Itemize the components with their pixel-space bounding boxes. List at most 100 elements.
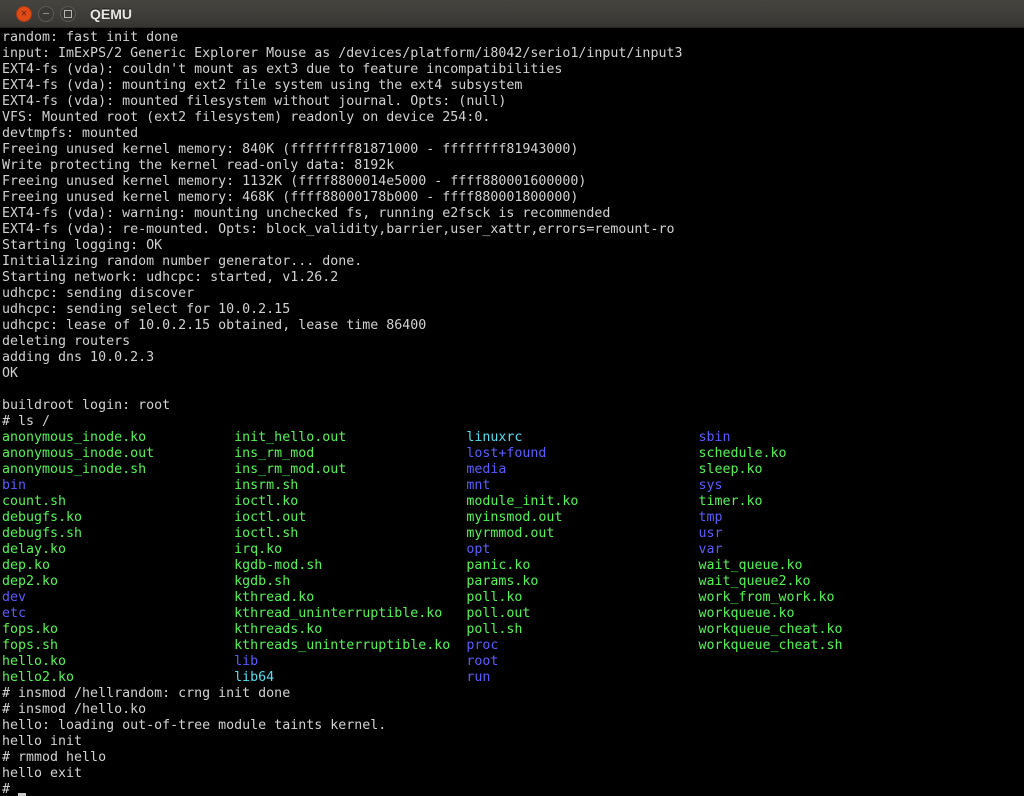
terminal-text: ioctl.out: [234, 510, 466, 526]
terminal-text: ioctl.ko: [234, 494, 466, 510]
terminal-line: EXT4-fs (vda): re-mounted. Opts: block_v…: [2, 222, 1024, 238]
terminal-line: input: ImExPS/2 Generic Explorer Mouse a…: [2, 46, 1024, 62]
terminal-text: # insmod /hello.ko: [2, 702, 146, 718]
terminal-text: poll.sh: [466, 622, 698, 638]
terminal-line: adding dns 10.0.2.3: [2, 350, 1024, 366]
window-title: QEMU: [90, 6, 132, 22]
terminal-line: Write protecting the kernel read-only da…: [2, 158, 1024, 174]
terminal-line: fops.shkthreads_uninterruptible.koprocwo…: [2, 638, 1024, 654]
terminal-line: hello exit: [2, 766, 1024, 782]
terminal-text: usr: [698, 526, 722, 542]
terminal-text: EXT4-fs (vda): re-mounted. Opts: block_v…: [2, 222, 674, 238]
terminal-line: delay.koirq.kooptvar: [2, 542, 1024, 558]
terminal-text: EXT4-fs (vda): mounting ext2 file system…: [2, 78, 522, 94]
terminal-line: EXT4-fs (vda): warning: mounting uncheck…: [2, 206, 1024, 222]
terminal-text: work_from_work.ko: [698, 590, 834, 606]
terminal-line: Freeing unused kernel memory: 468K (ffff…: [2, 190, 1024, 206]
terminal-text: insrm.sh: [234, 478, 466, 494]
terminal-text: Starting network: udhcpc: started, v1.26…: [2, 270, 338, 286]
terminal-line: deleting routers: [2, 334, 1024, 350]
terminal-text: poll.ko: [466, 590, 698, 606]
terminal-line: EXT4-fs (vda): couldn't mount as ext3 du…: [2, 62, 1024, 78]
terminal-line: hello: loading out-of-tree module taints…: [2, 718, 1024, 734]
terminal-line: devkthread.kopoll.kowork_from_work.ko: [2, 590, 1024, 606]
terminal-text: EXT4-fs (vda): mounted filesystem withou…: [2, 94, 506, 110]
close-icon[interactable]: ✕: [16, 6, 32, 22]
terminal-text: #: [2, 782, 18, 796]
terminal-line: dep2.kokgdb.shparams.kowait_queue2.ko: [2, 574, 1024, 590]
terminal-text: dev: [2, 590, 234, 606]
terminal-text: dep2.ko: [2, 574, 234, 590]
terminal-text: buildroot login: root: [2, 398, 170, 414]
terminal-text: Write protecting the kernel read-only da…: [2, 158, 394, 174]
terminal-text: lost+found: [466, 446, 698, 462]
terminal-text: etc: [2, 606, 234, 622]
terminal-text: ins_rm_mod: [234, 446, 466, 462]
terminal-line: hello2.kolib64run: [2, 670, 1024, 686]
terminal-line: fops.kokthreads.kopoll.shworkqueue_cheat…: [2, 622, 1024, 638]
terminal-line: anonymous_inode.koinit_hello.outlinuxrcs…: [2, 430, 1024, 446]
terminal-text: lib: [234, 654, 466, 670]
terminal-text: delay.ko: [2, 542, 234, 558]
terminal-line: debugfs.koioctl.outmyinsmod.outtmp: [2, 510, 1024, 526]
terminal-text: sys: [698, 478, 722, 494]
terminal-line: count.shioctl.komodule_init.kotimer.ko: [2, 494, 1024, 510]
terminal-line: udhcpc: sending discover: [2, 286, 1024, 302]
terminal-text: # rmmod hello: [2, 750, 106, 766]
terminal-text: params.ko: [466, 574, 698, 590]
terminal-text: random: fast init done: [2, 30, 178, 46]
maximize-icon[interactable]: [60, 6, 76, 22]
terminal-text: mnt: [466, 478, 698, 494]
terminal-line: hello init: [2, 734, 1024, 750]
terminal-screen[interactable]: random: fast init doneinput: ImExPS/2 Ge…: [0, 28, 1024, 796]
terminal-text: EXT4-fs (vda): warning: mounting uncheck…: [2, 206, 610, 222]
terminal-line: [2, 382, 1024, 398]
terminal-text: var: [698, 542, 722, 558]
terminal-text: run: [466, 670, 490, 686]
terminal-text: EXT4-fs (vda): couldn't mount as ext3 du…: [2, 62, 562, 78]
terminal-text: sleep.ko: [698, 462, 762, 478]
terminal-line: Starting network: udhcpc: started, v1.26…: [2, 270, 1024, 286]
terminal-text: kthread_uninterruptible.ko: [234, 606, 466, 622]
terminal-text: deleting routers: [2, 334, 130, 350]
terminal-line: hello.kolibroot: [2, 654, 1024, 670]
terminal-text: udhcpc: sending select for 10.0.2.15: [2, 302, 290, 318]
window-titlebar[interactable]: ✕ – QEMU: [0, 0, 1024, 28]
terminal-text: linuxrc: [466, 430, 698, 446]
terminal-line: buildroot login: root: [2, 398, 1024, 414]
terminal-text: udhcpc: lease of 10.0.2.15 obtained, lea…: [2, 318, 426, 334]
terminal-line: debugfs.shioctl.shmyrmmod.outusr: [2, 526, 1024, 542]
terminal-text: kthread.ko: [234, 590, 466, 606]
terminal-line: Initializing random number generator... …: [2, 254, 1024, 270]
terminal-text: OK: [2, 366, 18, 382]
terminal-text: hello exit: [2, 766, 82, 782]
minimize-icon[interactable]: –: [38, 6, 54, 22]
terminal-text: VFS: Mounted root (ext2 filesystem) read…: [2, 110, 490, 126]
terminal-text: root: [466, 654, 498, 670]
terminal-line: anonymous_inode.shins_rm_mod.outmediasle…: [2, 462, 1024, 478]
terminal-text: myrmmod.out: [466, 526, 698, 542]
terminal-text: kgdb-mod.sh: [234, 558, 466, 574]
terminal-text: ins_rm_mod.out: [234, 462, 466, 478]
terminal-text: Freeing unused kernel memory: 1132K (fff…: [2, 174, 586, 190]
terminal-line: etckthread_uninterruptible.kopoll.outwor…: [2, 606, 1024, 622]
terminal-text: workqueue_cheat.sh: [698, 638, 842, 654]
terminal-text: Freeing unused kernel memory: 840K (ffff…: [2, 142, 578, 158]
terminal-text: anonymous_inode.out: [2, 446, 234, 462]
terminal-line: #: [2, 782, 1024, 796]
terminal-text: schedule.ko: [698, 446, 786, 462]
terminal-text: debugfs.sh: [2, 526, 234, 542]
terminal-text: workqueue.ko: [698, 606, 794, 622]
terminal-line: VFS: Mounted root (ext2 filesystem) read…: [2, 110, 1024, 126]
terminal-text: dep.ko: [2, 558, 234, 574]
terminal-text: ioctl.sh: [234, 526, 466, 542]
terminal-text: poll.out: [466, 606, 698, 622]
terminal-text: init_hello.out: [234, 430, 466, 446]
terminal-line: anonymous_inode.outins_rm_modlost+founds…: [2, 446, 1024, 462]
terminal-text: workqueue_cheat.ko: [698, 622, 842, 638]
terminal-line: Freeing unused kernel memory: 1132K (fff…: [2, 174, 1024, 190]
terminal-text: opt: [466, 542, 698, 558]
terminal-text: wait_queue2.ko: [698, 574, 810, 590]
terminal-text: timer.ko: [698, 494, 762, 510]
terminal-text: count.sh: [2, 494, 234, 510]
